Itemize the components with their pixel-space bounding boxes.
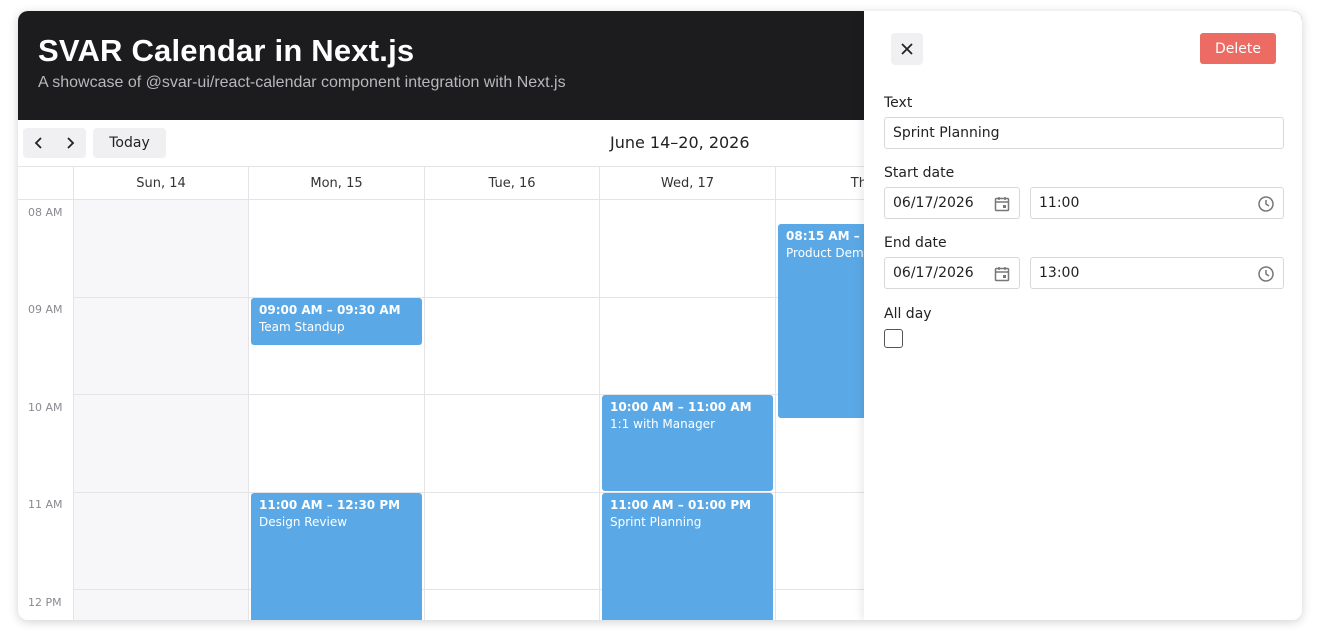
event-time: 10:00 AM – 11:00 AM: [610, 400, 752, 414]
today-button[interactable]: Today: [93, 128, 166, 158]
end-date-input[interactable]: 06/17/2026: [884, 257, 1020, 289]
end-date-value: 06/17/2026: [893, 265, 974, 281]
page-title: SVAR Calendar in Next.js: [38, 33, 415, 68]
day-header-mon: Mon, 15: [248, 167, 424, 200]
time-label: 10 AM: [28, 401, 63, 414]
end-time-input[interactable]: 13:00: [1030, 257, 1284, 289]
clock-icon: [1258, 266, 1274, 282]
event-time: 11:00 AM – 12:30 PM: [259, 498, 401, 512]
text-input-value: Sprint Planning: [893, 125, 1000, 141]
calendar-icon: [994, 197, 1010, 212]
event-title: 1:1 with Manager: [610, 417, 715, 431]
day-column-sun[interactable]: [73, 200, 248, 620]
gutter-corner: [18, 167, 73, 200]
delete-button[interactable]: Delete: [1200, 33, 1276, 64]
end-date-label: End date: [884, 235, 947, 251]
calendar-icon: [994, 267, 1010, 282]
time-label: 12 PM: [28, 596, 62, 609]
next-week-button[interactable]: [54, 128, 85, 158]
end-time-value: 13:00: [1039, 265, 1080, 281]
prev-week-button[interactable]: [23, 128, 54, 158]
day-header-sun: Sun, 14: [73, 167, 248, 200]
time-label: 08 AM: [28, 206, 63, 219]
event-sprint-planning[interactable]: 11:00 AM – 01:00 PM Sprint Planning: [602, 493, 773, 620]
time-label: 11 AM: [28, 498, 63, 511]
chevron-left-icon: [34, 137, 42, 149]
text-input[interactable]: Sprint Planning: [884, 117, 1284, 149]
event-time: 09:00 AM – 09:30 AM: [259, 303, 401, 317]
event-title: Team Standup: [259, 320, 345, 334]
event-time: 11:00 AM – 01:00 PM: [610, 498, 752, 512]
close-icon: [901, 43, 913, 55]
all-day-checkbox[interactable]: [884, 329, 903, 348]
event-title: Sprint Planning: [610, 515, 702, 529]
event-editor-panel: Delete Text Sprint Planning Start date 0…: [864, 11, 1302, 620]
app-window: SVAR Calendar in Next.js A showcase of @…: [18, 11, 1302, 620]
start-time-input[interactable]: 11:00: [1030, 187, 1284, 219]
event-one-on-one[interactable]: 10:00 AM – 11:00 AM 1:1 with Manager: [602, 395, 773, 491]
day-header-wed: Wed, 17: [599, 167, 775, 200]
day-column-tue[interactable]: [424, 200, 599, 620]
text-field-label: Text: [884, 95, 913, 111]
nav-group: [23, 128, 86, 158]
time-label: 09 AM: [28, 303, 63, 316]
start-date-value: 06/17/2026: [893, 195, 974, 211]
event-team-standup[interactable]: 09:00 AM – 09:30 AM Team Standup: [251, 298, 422, 345]
event-design-review[interactable]: 11:00 AM – 12:30 PM Design Review: [251, 493, 422, 620]
close-button[interactable]: [891, 33, 923, 65]
page-subtitle: A showcase of @svar-ui/react-calendar co…: [38, 74, 566, 91]
event-title: Design Review: [259, 515, 348, 529]
start-time-value: 11:00: [1039, 195, 1080, 211]
clock-icon: [1258, 196, 1274, 212]
day-header-tue: Tue, 16: [424, 167, 599, 200]
date-range-label: June 14–20, 2026: [610, 133, 750, 152]
start-date-input[interactable]: 06/17/2026: [884, 187, 1020, 219]
chevron-right-icon: [66, 137, 74, 149]
start-date-label: Start date: [884, 165, 955, 181]
all-day-label: All day: [884, 306, 932, 322]
